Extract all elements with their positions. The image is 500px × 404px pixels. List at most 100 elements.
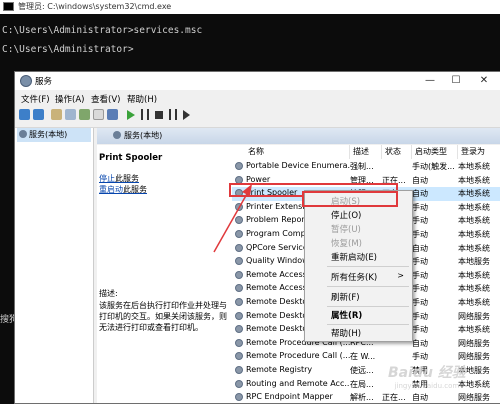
pause-service-icon[interactable] xyxy=(141,109,149,120)
cell-log-on-as: 本地系统 xyxy=(458,216,490,226)
column-header-description[interactable]: 描述 xyxy=(350,145,382,159)
cell-description: 在局... xyxy=(350,379,374,389)
toolbar xyxy=(15,105,500,128)
context-menu: 启动(S) 停止(O) 暂停(U) 恢复(M) 重新启动(E) 所有任务(K) … xyxy=(304,190,413,342)
description-text: 该服务在后台执行打印作业并处理与打印机的交互。如果关闭该服务，则无法进行打印或查… xyxy=(99,301,227,332)
annotation-arrow-icon xyxy=(213,184,252,253)
cell-status: 正在... xyxy=(382,393,406,403)
cell-startup-type: 手动 xyxy=(412,298,428,307)
cell-name: Remote Procedure Call (... xyxy=(246,351,350,361)
cell-startup-type: 手动 xyxy=(412,216,428,226)
cell-startup-type: 手动 xyxy=(412,311,428,321)
column-header-status[interactable]: 状态 xyxy=(382,145,412,159)
close-button[interactable]: ✕ xyxy=(473,72,495,90)
service-gear-icon xyxy=(235,162,243,170)
stop-service-link[interactable]: 停止 xyxy=(99,174,115,183)
console-tree: 服务(本地) xyxy=(15,128,94,403)
cell-description: 在 W... xyxy=(350,352,376,362)
restart-service-link[interactable]: 重启动 xyxy=(99,185,123,194)
cmd-icon xyxy=(3,2,14,11)
cell-log-on-as: 网络服务 xyxy=(458,393,490,403)
cell-startup-type: 自动 xyxy=(412,393,428,403)
cell-log-on-as: 本地系统 xyxy=(458,298,490,307)
cell-log-on-as: 本地系统 xyxy=(458,162,490,171)
table-row[interactable]: Portable Device Enumera... 强制... 手动(触发... 本… xyxy=(232,160,500,174)
cell-startup-type: 手动 xyxy=(412,284,428,294)
restart-service-icon[interactable] xyxy=(183,110,190,120)
tree-item-services-local[interactable]: 服务(本地) xyxy=(17,128,91,142)
cell-startup-type: 自动 xyxy=(412,243,428,253)
cell-startup-type: 手动 xyxy=(412,270,428,280)
column-header-startup-type[interactable]: 启动类型 xyxy=(412,145,458,159)
menu-item-refresh[interactable]: 刷新(F) xyxy=(331,291,360,303)
menu-item-stop[interactable]: 停止(O) xyxy=(331,209,361,221)
cell-log-on-as: 本地系统 xyxy=(458,325,490,335)
menu-item-restart[interactable]: 重新启动(E) xyxy=(331,251,377,263)
service-gear-icon xyxy=(235,338,243,347)
menu-help[interactable]: 帮助(H) xyxy=(127,93,157,105)
cell-startup-type: 自动 xyxy=(412,189,428,199)
cell-log-on-as: 网络服务 xyxy=(458,338,490,348)
menu-separator xyxy=(327,266,409,267)
cell-startup-type: 手动(触发... xyxy=(412,162,455,171)
cell-startup-type: 手动 xyxy=(412,230,428,239)
console-tree-icon[interactable] xyxy=(51,109,62,120)
cell-log-on-as: 本地系统 xyxy=(458,230,490,239)
menu-separator xyxy=(327,286,409,287)
menu-action[interactable]: 操作(A) xyxy=(55,93,84,105)
menu-item-resume[interactable]: 恢复(M) xyxy=(331,237,362,249)
menu-item-properties[interactable]: 属性(R) xyxy=(331,309,362,321)
maximize-button[interactable]: ☐ xyxy=(445,72,467,90)
stop-service-icon[interactable] xyxy=(155,111,163,119)
back-icon[interactable] xyxy=(19,109,30,120)
properties-icon[interactable] xyxy=(65,109,76,120)
cell-description: 解析... xyxy=(350,393,374,403)
submenu-arrow-icon: > xyxy=(397,271,404,280)
service-gear-icon xyxy=(235,284,243,293)
cell-name: Remote Registry xyxy=(246,365,313,374)
start-service-icon[interactable] xyxy=(127,110,135,120)
restart-link-suffix: 此服务 xyxy=(123,185,147,194)
services-header: 服务(本地) xyxy=(97,128,500,144)
window-titlebar[interactable]: 服务 — ☐ ✕ xyxy=(15,72,500,90)
export-icon[interactable] xyxy=(93,109,104,120)
pause-icon[interactable] xyxy=(169,109,177,120)
menu-view[interactable]: 查看(V) xyxy=(91,93,120,105)
cell-log-on-as: 本地系统 xyxy=(458,243,490,253)
description-label: 描述: xyxy=(99,289,118,298)
forward-icon[interactable] xyxy=(33,109,44,120)
menu-separator xyxy=(327,324,409,325)
stop-link-suffix: 此服务 xyxy=(115,174,139,183)
services-gear-icon xyxy=(20,75,32,87)
cmd-title: 管理员: C:\windows\system32\cmd.exe xyxy=(18,2,172,11)
services-header-title: 服务(本地) xyxy=(124,131,163,140)
refresh-icon[interactable] xyxy=(79,109,90,120)
service-gear-icon xyxy=(235,366,243,374)
baidu-watermark: Baidu 经验 jingyan.baidu.com xyxy=(388,362,466,390)
cell-startup-type: 自动 xyxy=(412,338,428,348)
menu-item-all-tasks[interactable]: 所有任务(K) xyxy=(331,271,377,283)
service-gear-icon xyxy=(235,311,243,320)
minimize-button[interactable]: — xyxy=(419,72,441,90)
menu-file[interactable]: 文件(F) xyxy=(21,93,50,105)
watermark-brand: Baidu 经验 xyxy=(388,365,466,381)
cell-log-on-as: 网络服务 xyxy=(458,311,490,321)
column-header-name[interactable]: 名称 xyxy=(232,145,350,159)
menu-item-help[interactable]: 帮助(H) xyxy=(331,327,361,339)
cell-log-on-as: 本地系统 xyxy=(458,270,490,280)
table-row[interactable]: RPC Endpoint Mapper 解析... 正在... 自动 网络服务 xyxy=(232,391,500,403)
gear-icon xyxy=(113,131,121,139)
cell-log-on-as: 本地系统 xyxy=(458,189,490,199)
cell-log-on-as: 网络服务 xyxy=(458,352,490,362)
cmd-line: C:\Users\Administrator> xyxy=(2,44,134,55)
service-gear-icon xyxy=(235,379,243,388)
service-gear-icon xyxy=(235,393,243,402)
start-item-highlight xyxy=(302,191,398,207)
cell-name: RPC Endpoint Mapper xyxy=(246,392,333,402)
menu-item-pause[interactable]: 暂停(U) xyxy=(331,223,361,235)
column-header-log-on-as[interactable]: 登录为 xyxy=(458,145,500,159)
cell-startup-type: 手动 xyxy=(412,202,428,212)
service-gear-icon xyxy=(235,325,243,334)
help-icon[interactable] xyxy=(107,109,118,120)
cell-log-on-as: 本地系统 xyxy=(458,284,490,294)
